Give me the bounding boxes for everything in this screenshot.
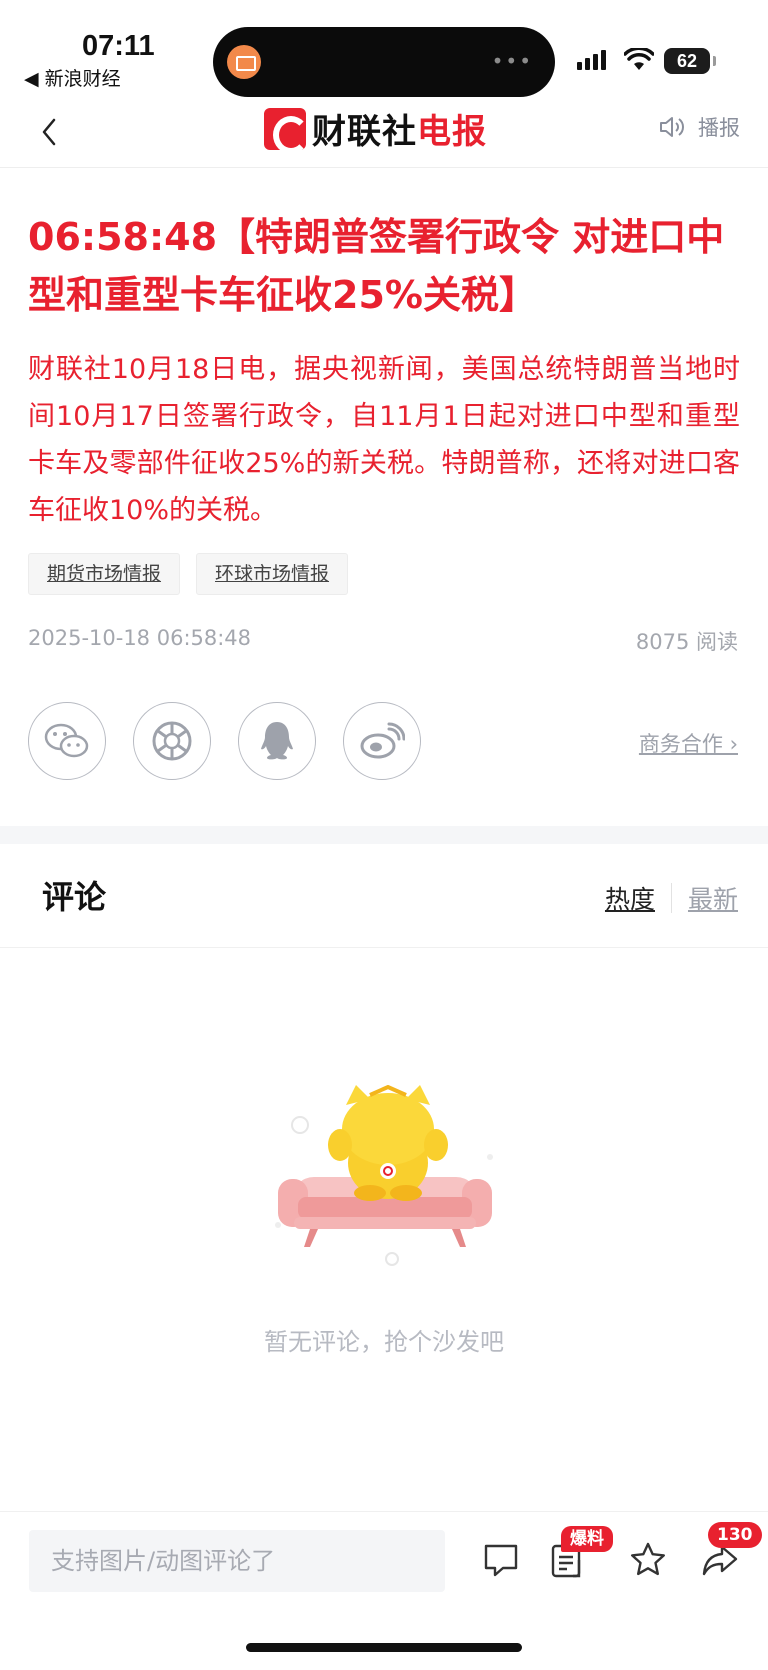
moments-icon	[152, 721, 192, 761]
comment-icon[interactable]	[481, 1540, 521, 1580]
nav-bar: 财联社 电报 播报	[0, 96, 768, 168]
comments-header: 评论 热度 最新	[0, 844, 768, 948]
wifi-icon	[624, 48, 654, 70]
wechat-icon	[44, 723, 89, 758]
bottom-action-bar: 支持图片/动图评论了 爆料 130	[0, 1511, 768, 1611]
logo-text-cls: 财联社	[312, 112, 417, 152]
cellular-signal-icon	[577, 50, 606, 70]
comment-input[interactable]: 支持图片/动图评论了	[29, 1530, 445, 1592]
comments-title: 评论	[42, 878, 107, 916]
article-title: 06:58:48【特朗普签署行政令 对进口中型和重型卡车征收25%关税】	[28, 215, 725, 317]
status-bar: 07:11 ◀ 新浪财经 ••• 62	[0, 0, 768, 97]
sort-newest-tab[interactable]: 最新	[688, 880, 738, 916]
empty-comments-mascot-illustration	[275, 1085, 493, 1266]
tag-list: 期货市场情报 环球市场情报	[28, 553, 349, 595]
back-to-app-link[interactable]: ◀ 新浪财经	[24, 64, 121, 91]
report-badge: 爆料	[561, 1526, 613, 1552]
tag-global-market[interactable]: 环球市场情报	[196, 553, 349, 595]
weibo-icon	[360, 722, 405, 759]
share-moments-button[interactable]	[133, 702, 211, 780]
speaker-icon	[660, 117, 684, 137]
share-count-badge: 130	[708, 1522, 762, 1548]
logo-text-telegraph: 电报	[417, 112, 487, 152]
share-row	[28, 702, 421, 780]
sort-separator	[670, 883, 672, 913]
home-indicator[interactable]	[246, 1643, 522, 1652]
more-dots-icon: •••	[491, 49, 533, 73]
qq-icon	[261, 722, 293, 760]
share-weibo-button[interactable]	[343, 702, 421, 780]
favorite-star-icon[interactable]	[628, 1540, 668, 1580]
dynamic-island[interactable]: •••	[213, 27, 555, 97]
comment-sort: 热度 最新	[605, 880, 738, 916]
audio-play-button[interactable]: 播报	[658, 112, 740, 142]
battery-indicator: 62	[664, 48, 716, 74]
publish-date: 2025-10-18 06:58:48	[28, 626, 252, 650]
cls-telegraph-logo: 财联社 电报	[264, 104, 487, 154]
empty-comments-text: 暂无评论，抢个沙发吧	[264, 1328, 504, 1356]
back-arrow-icon[interactable]	[34, 112, 66, 152]
sort-hot-tab[interactable]: 热度	[605, 880, 655, 916]
mail-app-icon	[227, 45, 261, 79]
article-body: 财联社10月18日电，据央视新闻，美国总统特朗普当地时间10月17日签署行政令，…	[28, 354, 740, 526]
status-time: 07:11	[82, 30, 155, 62]
audio-play-label: 播报	[698, 116, 740, 140]
share-wechat-button[interactable]	[28, 702, 106, 780]
section-divider	[0, 826, 768, 844]
read-count: 8075 阅读	[635, 630, 738, 654]
cls-logo-icon	[264, 107, 309, 154]
business-cooperation-link[interactable]: 商务合作 ›	[639, 728, 738, 758]
share-qq-button[interactable]	[238, 702, 316, 780]
tag-futures-market[interactable]: 期货市场情报	[28, 553, 181, 595]
